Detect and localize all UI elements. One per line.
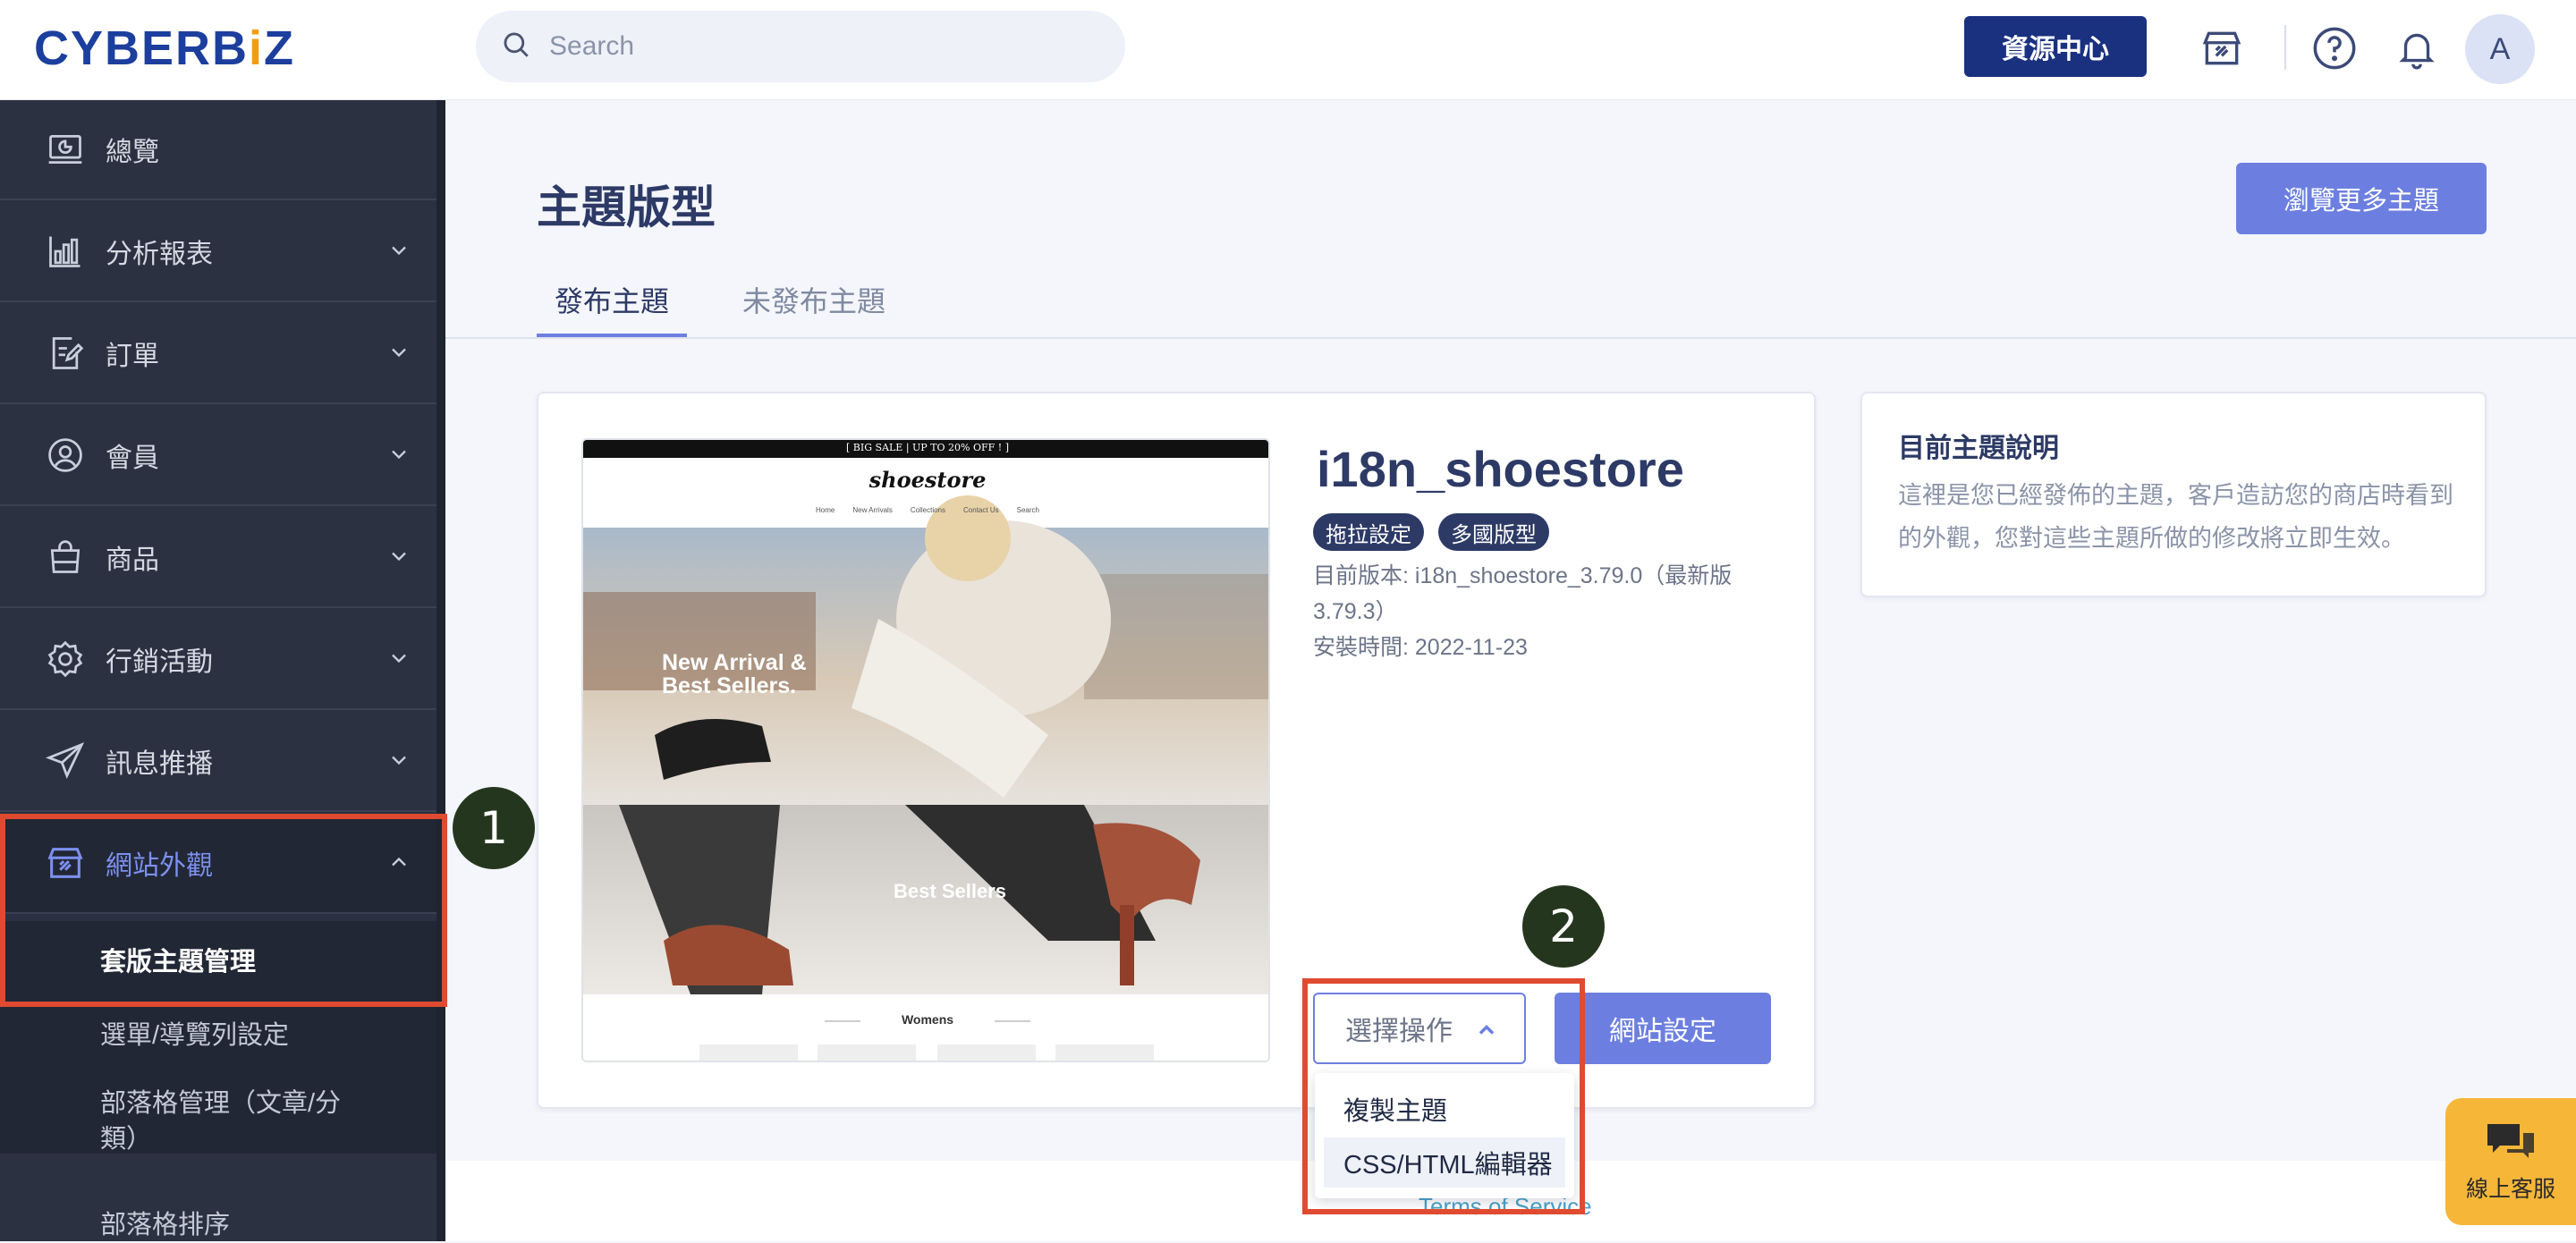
chevron-down-icon bbox=[392, 756, 406, 765]
shopping-bag-icon bbox=[45, 537, 86, 578]
sidebar-item-label: 商品 bbox=[106, 545, 159, 575]
theme-version: 目前版本: i18n_shoestore_3.79.0（最新版 bbox=[1313, 563, 1733, 588]
preview-nav-item: Home bbox=[816, 506, 835, 514]
sidebar-scrollbar[interactable] bbox=[436, 100, 445, 1241]
chevron-down-icon bbox=[392, 552, 406, 562]
sidebar-item-push[interactable]: 訊息推播 bbox=[0, 712, 436, 812]
sidebar-item-label: 總覽 bbox=[106, 138, 159, 167]
dashboard-icon bbox=[45, 129, 86, 170]
chevron-down-icon bbox=[392, 450, 406, 460]
preview-nav-item: Collections bbox=[910, 506, 945, 514]
submenu-item-blog-management[interactable]: 部落格管理（文章/分類） bbox=[100, 1086, 369, 1157]
search-input[interactable] bbox=[547, 30, 1084, 63]
live-chat-button[interactable]: 線上客服 bbox=[2445, 1098, 2576, 1225]
preview-store-name: shoestore bbox=[869, 467, 987, 493]
header-divider bbox=[2284, 25, 2286, 70]
sidebar-item-label: 訊息推播 bbox=[106, 749, 213, 779]
sidebar-item-label: 行銷活動 bbox=[106, 647, 213, 677]
preview-nav-item: Search bbox=[1016, 506, 1039, 514]
preview-banner: [ BIG SALE | UP TO 20% OFF ! ] bbox=[846, 442, 1009, 453]
info-title: 目前主題說明 bbox=[1898, 434, 2059, 463]
search-bar[interactable] bbox=[476, 11, 1125, 82]
logo-tail: Z bbox=[264, 21, 296, 75]
sidebar-item-label: 會員 bbox=[106, 444, 159, 473]
sidebar-item-orders[interactable]: 訂單 bbox=[0, 304, 436, 404]
brand-logo[interactable]: CYBERB i Z bbox=[34, 23, 295, 73]
tab-unpublished[interactable]: 未發布主題 bbox=[733, 279, 894, 338]
browse-more-themes-button[interactable]: 瀏覽更多主題 bbox=[2236, 163, 2487, 234]
sidebar-item-marketing[interactable]: 行銷活動 bbox=[0, 610, 436, 710]
avatar[interactable]: A bbox=[2465, 14, 2535, 84]
resource-center-button[interactable]: 資源中心 bbox=[1964, 16, 2147, 77]
chevron-down-icon bbox=[392, 348, 406, 358]
submenu-item-menu-settings[interactable]: 選單/導覽列設定 bbox=[100, 1018, 289, 1053]
preview-hero-line: New Arrival & bbox=[662, 650, 807, 675]
chat-bubble-icon bbox=[2487, 1124, 2534, 1158]
send-icon bbox=[45, 740, 86, 782]
step-badge-2: 2 bbox=[1522, 885, 1605, 968]
theme-name: i18n_shoestore bbox=[1317, 441, 1684, 497]
storefront-icon[interactable] bbox=[2197, 23, 2247, 73]
sidebar-item-label: 分析報表 bbox=[106, 240, 213, 269]
tag-badge: 拖拉設定 bbox=[1313, 513, 1424, 551]
preview-footer-label: Womens bbox=[901, 1012, 954, 1027]
preview-illustration bbox=[583, 440, 1268, 1061]
step-badge-1: 1 bbox=[453, 787, 535, 869]
preview-hero-line: Best Sellers. bbox=[662, 673, 797, 698]
sidebar-item-overview[interactable]: 總覽 bbox=[0, 100, 436, 200]
chevron-down-icon bbox=[392, 246, 406, 256]
logo-text: CYBERB bbox=[34, 21, 250, 75]
chevron-down-icon bbox=[392, 654, 406, 664]
page-title: 主題版型 bbox=[537, 182, 716, 233]
sidebar-item-products[interactable]: 商品 bbox=[0, 508, 436, 608]
gear-badge-icon bbox=[45, 638, 86, 680]
tag-badge: 多國版型 bbox=[1438, 513, 1549, 551]
search-icon bbox=[501, 30, 531, 64]
site-settings-button[interactable]: 網站設定 bbox=[1555, 993, 1771, 1064]
info-description: 這裡是您已經發佈的主題，客戶造訪您的商店時看到的外觀，您對這些主題所做的修改將立… bbox=[1898, 482, 2453, 552]
theme-preview-image[interactable]: [ BIG SALE | UP TO 20% OFF ! ] shoestore… bbox=[581, 438, 1270, 1062]
order-edit-icon bbox=[45, 333, 86, 374]
theme-version-cont: 3.79.3） bbox=[1313, 599, 1398, 624]
highlight-box-step1 bbox=[0, 814, 447, 1007]
preview-hero-text: New Arrival & Best Sellers. bbox=[662, 651, 807, 698]
help-icon[interactable] bbox=[2309, 23, 2360, 73]
theme-install-date: 安裝時間: 2022-11-23 bbox=[1313, 635, 1528, 660]
tab-published[interactable]: 發布主題 bbox=[537, 279, 687, 338]
preview-section-title: Best Sellers bbox=[894, 880, 1006, 902]
bar-chart-icon bbox=[45, 231, 86, 272]
live-chat-label: 線上客服 bbox=[2465, 1177, 2555, 1202]
submenu-item-blog-sorting[interactable]: 部落格排序 bbox=[100, 1207, 230, 1243]
preview-nav-item: New Arrivals bbox=[852, 506, 893, 514]
tabs-divider bbox=[445, 337, 2576, 339]
highlight-box-step2 bbox=[1302, 978, 1585, 1214]
logo-dot: i bbox=[249, 21, 265, 75]
preview-nav-item: Contact Us bbox=[963, 506, 999, 514]
bell-icon[interactable] bbox=[2392, 23, 2442, 73]
sidebar-item-members[interactable]: 會員 bbox=[0, 406, 436, 506]
user-circle-icon bbox=[45, 435, 86, 476]
top-bar: CYBERBiZ 資源中心 A bbox=[0, 0, 2576, 100]
sidebar-item-label: 訂單 bbox=[106, 342, 159, 371]
sidebar-item-analytics[interactable]: 分析報表 bbox=[0, 202, 436, 302]
preview-nav: Home New Arrivals Collections Contact Us… bbox=[816, 506, 1039, 514]
